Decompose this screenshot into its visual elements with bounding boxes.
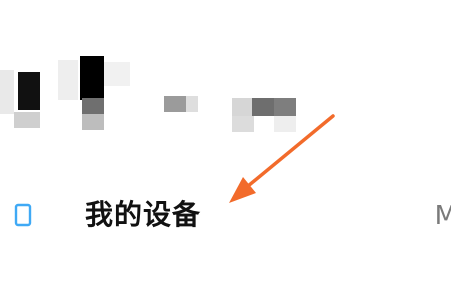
settings-row-label: 我的设备 [85, 198, 202, 231]
pixelated-account-area [0, 40, 320, 150]
device-outline-icon [14, 203, 32, 227]
settings-row-value: M [434, 201, 451, 231]
settings-row-my-devices[interactable]: 我的设备 M [0, 185, 451, 247]
